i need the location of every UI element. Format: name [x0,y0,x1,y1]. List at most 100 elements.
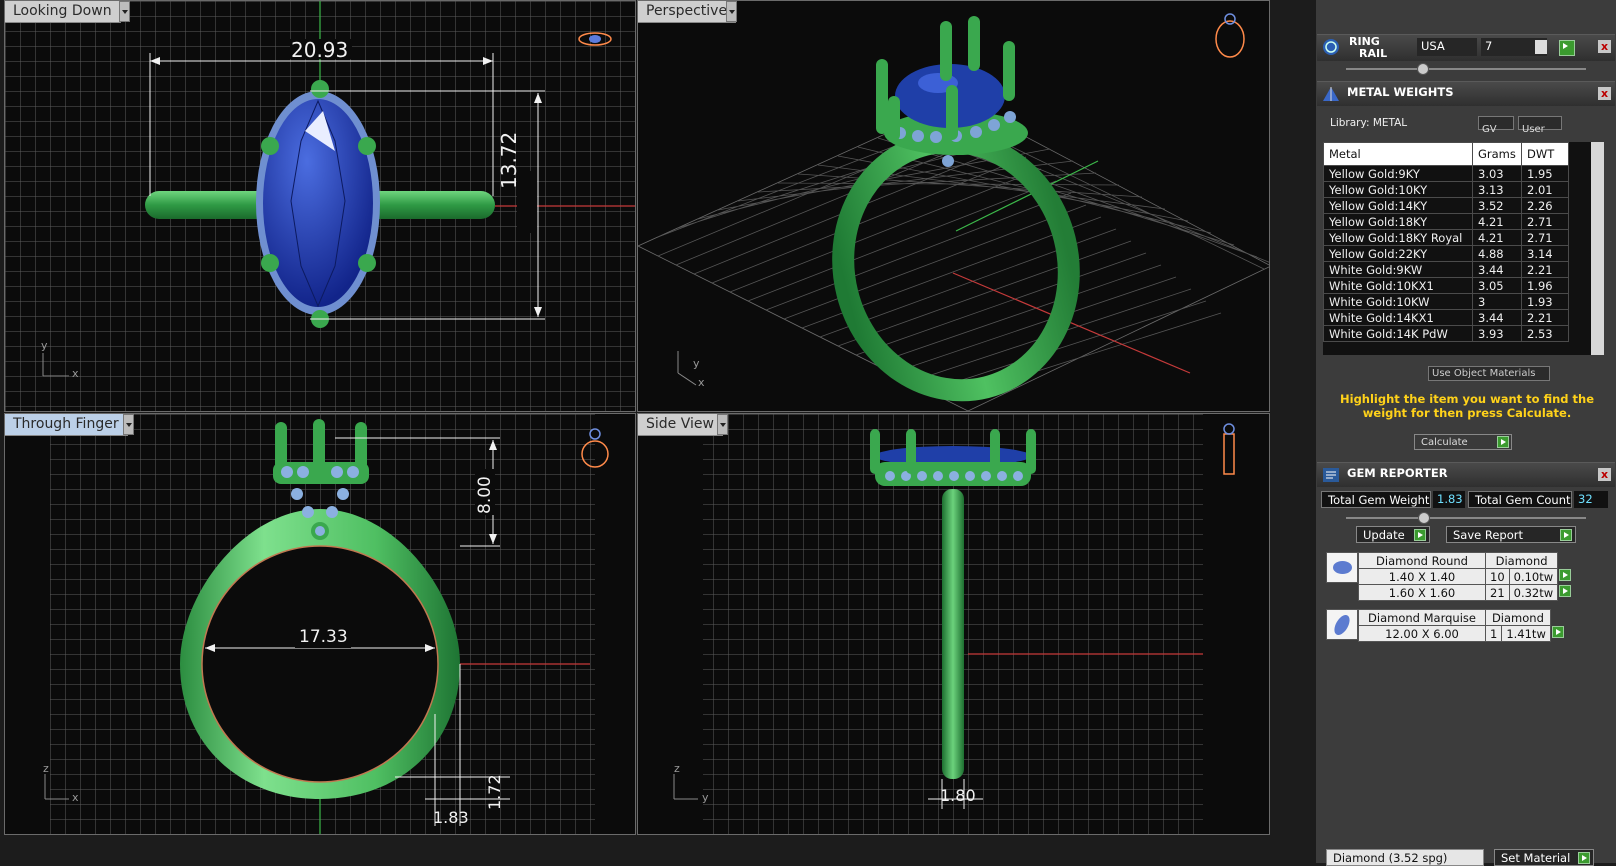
select-gems-go-icon[interactable] [1551,626,1564,638]
table-row[interactable]: Yellow Gold:9KY 3.03 1.95 [1323,165,1569,182]
viewport-dropdown-arrow[interactable] [123,414,134,435]
ring-rail-header: RING RAIL USA 7 x [1317,34,1615,61]
gem-weight: 0.10tw [1508,568,1559,585]
material-select[interactable]: Diamond (3.52 spg) [1326,849,1484,866]
country-field[interactable]: USA [1417,38,1477,56]
axis-z-label: z [43,762,49,775]
gem-reporter-slider[interactable] [1346,517,1586,519]
gem-row[interactable]: 1.40 X 1.40 10 0.10tw [1358,568,1573,585]
table-row[interactable]: Yellow Gold:22KY 4.88 3.14 [1323,245,1569,262]
table-row[interactable]: Yellow Gold:18KY Royal 4.21 2.71 [1323,229,1569,246]
select-gems-go-icon[interactable] [1559,585,1572,597]
table-cell: Yellow Gold:9KY [1323,165,1473,182]
select-gems-go-icon[interactable] [1559,569,1572,581]
viewport-label-looking-down[interactable]: Looking Down [5,1,121,23]
gem-row[interactable]: 12.00 X 6.00 1 1.41tw [1358,625,1565,642]
metal-table-header-0[interactable]: Metal [1323,142,1473,166]
dimension-shank-thickness-label: 1.72 [485,774,504,810]
table-cell: 2.53 [1521,325,1569,342]
viewport-dropdown-arrow[interactable] [717,414,728,435]
gem-weight: 1.41tw [1501,625,1551,642]
ring-rail-go-button[interactable] [1559,40,1575,56]
table-row[interactable]: Yellow Gold:14KY 3.52 2.26 [1323,197,1569,214]
update-button[interactable]: Update [1356,526,1430,543]
total-gem-weight-value: 1.83 [1433,491,1465,508]
axis-x-label: x [72,791,79,804]
library-label: Library: METAL [1330,117,1408,129]
gv-toggle[interactable]: GV [1478,116,1514,135]
table-cell: 3.52 [1472,197,1522,214]
user-toggle[interactable]: User [1518,116,1562,135]
table-row[interactable]: Yellow Gold:10KY 3.13 2.01 [1323,181,1569,198]
table-row[interactable]: White Gold:10KW 3 1.93 [1323,293,1569,310]
gem-reporter-icon [1323,468,1339,482]
viewport-dropdown-arrow[interactable] [726,1,737,22]
ring-rail-close-icon[interactable]: x [1598,40,1611,53]
metal-table-header-1[interactable]: Grams [1472,142,1522,166]
looking-down-scene [5,1,635,411]
table-row[interactable]: White Gold:14K PdW 3.93 2.53 [1323,325,1569,342]
viewport-side-view[interactable]: Side View 1.80 z y [637,413,1270,835]
table-cell: 3.44 [1472,309,1522,326]
set-material-button[interactable]: Set Material [1494,849,1594,866]
table-cell: 2.21 [1521,261,1569,278]
update-go-icon [1414,529,1426,541]
metal-table-scrollbar[interactable] [1591,142,1604,355]
table-row[interactable]: White Gold:14KX1 3.44 2.21 [1323,309,1569,326]
table-cell: 2.26 [1521,197,1569,214]
viewport-looking-down[interactable]: Looking Down 20.93 13.72 y x [4,0,636,412]
save-report-button[interactable]: Save Report [1446,526,1576,543]
total-gem-count-value: 32 [1574,491,1608,508]
table-row[interactable]: White Gold:9KW 3.44 2.21 [1323,261,1569,278]
table-cell: Yellow Gold:18KY Royal [1323,229,1473,246]
gem-group-table: Diamond Round Diamond 1.40 X 1.40 10 0.10tw 1… [1358,552,1573,601]
table-row[interactable]: Yellow Gold:18KY 4.21 2.71 [1323,213,1569,230]
gem-reporter-close-icon[interactable]: x [1598,468,1611,481]
gem-count: 1 [1484,625,1503,642]
viewport-dropdown-arrow[interactable] [119,1,130,22]
gem-row[interactable]: 1.60 X 1.60 21 0.32tw [1358,584,1573,601]
calculate-label: Calculate [1421,437,1468,448]
table-cell: 3.03 [1472,165,1522,182]
ring-size-dropdown-icon[interactable] [1535,40,1547,54]
dimension-inner-diameter-label: 17.33 [299,627,348,647]
dimension-head-height-label: 8.00 [475,476,495,514]
table-cell: 3.05 [1472,277,1522,294]
metal-weights-table[interactable]: Metal Grams DWT Yellow Gold:9KY 3.03 1.95 Yel… [1323,142,1604,355]
gem-count: 10 [1485,568,1510,585]
axis-x-label: x [72,367,79,380]
gem-group-material: Diamond [1484,552,1559,569]
ring-rail-slider[interactable] [1346,68,1586,70]
viewport-perspective[interactable]: Perspective y x [637,0,1270,412]
table-row[interactable]: White Gold:10KX1 3.05 1.96 [1323,277,1569,294]
viewport-label-perspective[interactable]: Perspective [638,1,737,23]
use-object-materials-toggle[interactable]: Use Object Materials [1428,366,1550,381]
dimension-height-label: 13.72 [497,131,521,189]
metal-weights-header: METAL WEIGHTS x [1317,81,1615,106]
axis-y-label: y [693,357,700,370]
table-cell: 3.93 [1472,325,1522,342]
viewport-label-side-view[interactable]: Side View [638,414,723,436]
calculate-go-icon [1497,436,1509,448]
gem-group: Diamond Round Diamond 1.40 X 1.40 10 0.10tw 1… [1326,552,1608,601]
gem-groups-list: Diamond Round Diamond 1.40 X 1.40 10 0.10tw 1… [1326,552,1608,642]
axis-z-label: z [674,762,680,775]
table-cell: White Gold:14KX1 [1323,309,1473,326]
gem-size: 1.40 X 1.40 [1358,568,1486,585]
viewport-through-finger[interactable]: Through Finger 8.00 17.33 1.72 1.83 z x [4,413,636,835]
dimension-width-label: 20.93 [291,38,349,62]
side-view-scene [673,414,1235,834]
marquise-gem-icon [1326,609,1358,640]
table-cell: Yellow Gold:18KY [1323,213,1473,230]
pendant-side-thumbnail-icon [1223,423,1235,475]
metal-table-header-2[interactable]: DWT [1521,142,1569,166]
viewport-label-through-finger[interactable]: Through Finger [5,414,128,436]
ring-rail-slider-thumb[interactable] [1417,63,1429,75]
table-cell: 3.13 [1472,181,1522,198]
table-cell: White Gold:10KW [1323,293,1473,310]
perspective-scene [638,13,1269,411]
gem-reporter-slider-thumb[interactable] [1418,512,1430,524]
metal-weights-close-icon[interactable]: x [1598,87,1611,100]
gem-group-material: Diamond [1485,609,1551,626]
calculate-button[interactable]: Calculate [1414,434,1512,450]
